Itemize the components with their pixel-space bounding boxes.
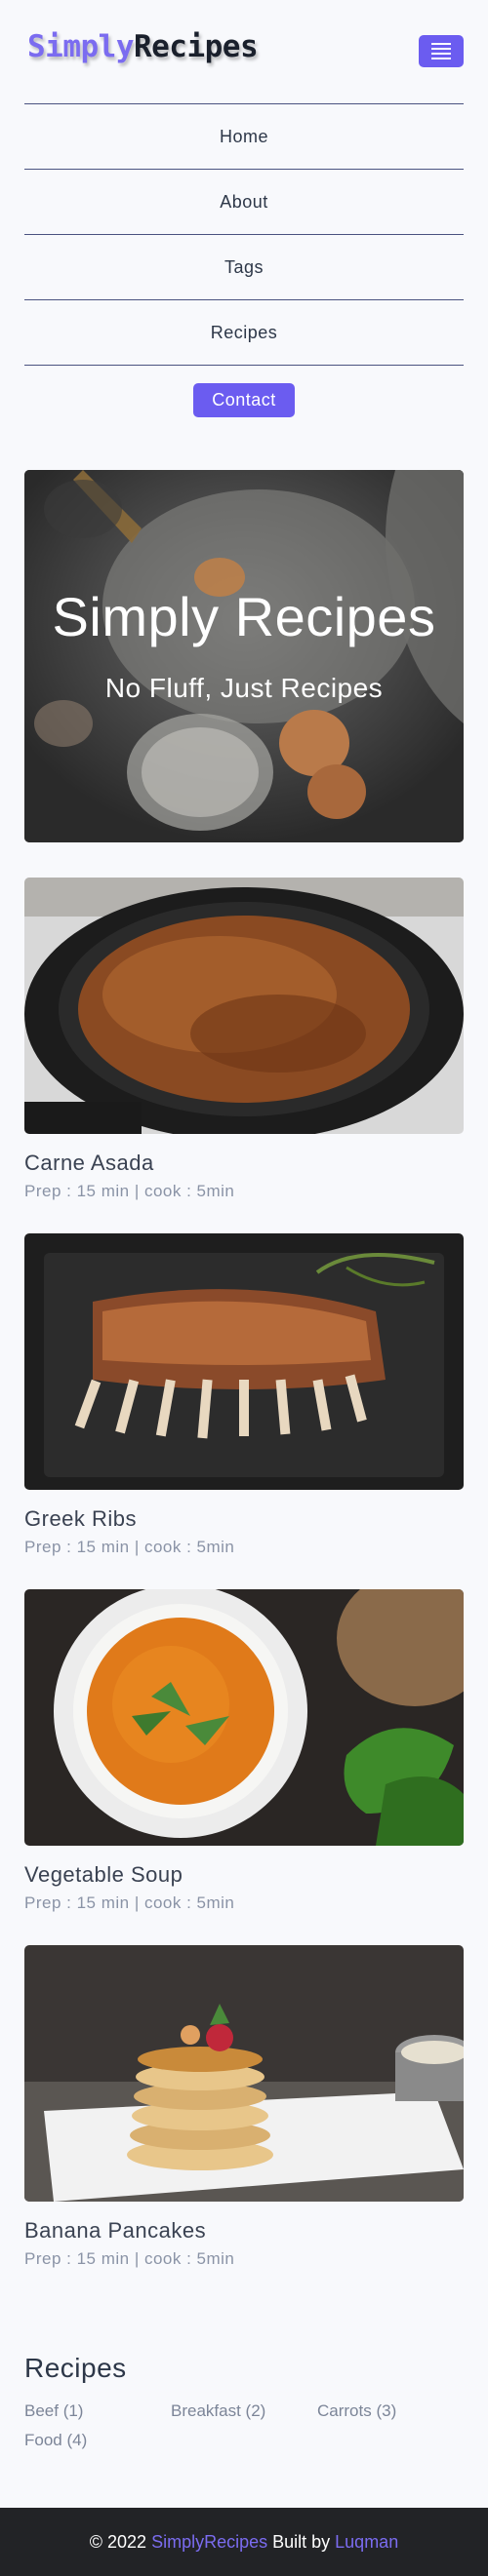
contact-button[interactable]: Contact: [193, 383, 295, 417]
tag-link-breakfast[interactable]: Breakfast (2): [171, 2401, 265, 2421]
menu-toggle-button[interactable]: [419, 35, 464, 67]
tags-section-title: Recipes: [24, 2353, 127, 2383]
recipe-image[interactable]: [24, 1233, 464, 1490]
recipe-image[interactable]: [24, 1945, 464, 2202]
recipe-meta: Prep : 15 min | cook : 5min: [24, 1538, 235, 1556]
footer-copyright: © 2022: [89, 2531, 147, 2552]
hero-subtitle: No Fluff, Just Recipes: [104, 673, 384, 703]
site-logo[interactable]: SimplyRecipes: [27, 29, 259, 64]
recipe-name[interactable]: Banana Pancakes: [24, 2218, 464, 2244]
hero-background-image: [24, 470, 464, 842]
tag-link-carrots[interactable]: Carrots (3): [317, 2401, 396, 2421]
hero-banner: Simply Recipes No Fluff, Just Recipes: [24, 470, 464, 842]
site-header: SimplyRecipes: [0, 0, 488, 101]
recipe-card[interactable]: Vegetable Soup Prep : 15 min | cook : 5m…: [24, 1589, 464, 1913]
nav-link-tags[interactable]: Tags: [24, 234, 464, 299]
recipe-meta: Prep : 15 min | cook : 5min: [24, 1893, 235, 1912]
recipe-image[interactable]: [24, 878, 464, 1134]
recipe-meta: Prep : 15 min | cook : 5min: [24, 1182, 235, 1200]
recipe-card[interactable]: Banana Pancakes Prep : 15 min | cook : 5…: [24, 1945, 464, 2269]
recipe-image[interactable]: [24, 1589, 464, 1846]
recipe-name[interactable]: Vegetable Soup: [24, 1862, 464, 1888]
recipe-card[interactable]: Carne Asada Prep : 15 min | cook : 5min: [24, 878, 464, 1201]
footer-brand-link[interactable]: SimplyRecipes: [151, 2532, 267, 2553]
site-footer: © 2022 SimplyRecipes Built by Luqman: [0, 2508, 488, 2576]
recipe-name[interactable]: Greek Ribs: [24, 1506, 464, 1532]
hamburger-menu-icon: [431, 40, 451, 62]
nav-link-home[interactable]: Home: [24, 103, 464, 169]
recipe-card[interactable]: Greek Ribs Prep : 15 min | cook : 5min: [24, 1233, 464, 1557]
hero-title: Simply Recipes: [52, 586, 436, 647]
main-nav: Home About Tags Recipes: [24, 103, 464, 366]
footer-author-link[interactable]: Luqman: [335, 2532, 398, 2553]
footer-built-by: Built by: [272, 2531, 331, 2552]
tag-link-beef[interactable]: Beef (1): [24, 2401, 83, 2421]
logo-part-simply: Simply: [27, 29, 134, 64]
recipe-meta: Prep : 15 min | cook : 5min: [24, 2249, 235, 2268]
recipe-name[interactable]: Carne Asada: [24, 1151, 464, 1176]
nav-link-recipes[interactable]: Recipes: [24, 299, 464, 366]
tag-link-food[interactable]: Food (4): [24, 2431, 87, 2450]
nav-link-about[interactable]: About: [24, 169, 464, 234]
logo-part-recipes: Recipes: [133, 29, 259, 64]
